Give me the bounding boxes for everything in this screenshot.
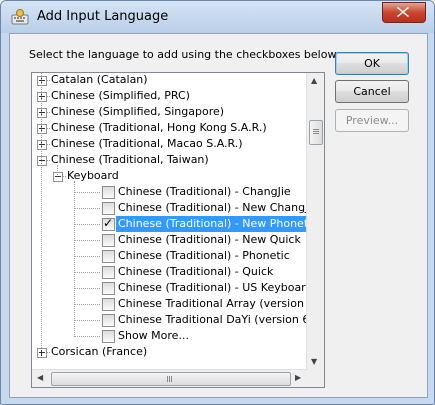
tree-connector — [74, 336, 100, 337]
keyboard-checkbox[interactable] — [102, 298, 115, 311]
tree-item-label: Corsican (France) — [51, 345, 148, 358]
scroll-up-arrow-icon[interactable]: ▲ — [311, 76, 317, 85]
tree-connector — [74, 192, 100, 193]
tree-item-language[interactable]: Corsican (France) — [32, 344, 306, 360]
tree-item-label: Chinese (Traditional, Macao S.A.R.) — [51, 137, 243, 150]
keyboard-checkbox[interactable]: ✓ — [102, 216, 115, 231]
expand-plus-icon[interactable] — [37, 108, 47, 118]
keyboard-item-label: Chinese (Traditional) - Phonetic — [118, 249, 290, 262]
tree-item-language[interactable]: Chinese (Traditional, Taiwan) — [32, 152, 306, 168]
keyboard-checkbox[interactable] — [102, 266, 115, 279]
tree-item-label: Chinese (Traditional, Hong Kong S.A.R.) — [51, 121, 267, 134]
expand-plus-icon[interactable] — [37, 76, 47, 86]
scroll-right-arrow-icon[interactable]: ▶ — [295, 373, 301, 382]
tree-item-language[interactable]: Catalan (Catalan) — [32, 73, 306, 88]
ok-button[interactable]: OK — [335, 52, 409, 75]
instruction-text: Select the language to add using the che… — [29, 48, 339, 61]
expand-plus-icon[interactable] — [37, 124, 47, 134]
tree-item-label: Chinese (Simplified, PRC) — [51, 89, 190, 102]
tree-item-language[interactable]: Chinese (Simplified, PRC) — [32, 88, 306, 104]
keyboard-item-label: Chinese Traditional Array (version 6.0) — [118, 297, 325, 310]
expand-plus-icon[interactable] — [37, 92, 47, 102]
close-icon — [397, 7, 409, 17]
tree-connector — [47, 144, 50, 145]
keyboard-item-label: Chinese (Traditional) - ChangJie — [118, 185, 291, 198]
tree-item-label: Chinese (Simplified, Singapore) — [51, 105, 225, 118]
keyboard-item-label: Chinese Traditional DaYi (version 6.0) — [118, 313, 325, 326]
horizontal-scrollbar[interactable]: ◀ ▶ — [32, 369, 307, 387]
tree-connector — [74, 256, 100, 257]
keyboard-item-label: Chinese (Traditional) - New Phonetic — [116, 216, 320, 232]
tree-item-language[interactable]: Chinese (Traditional, Macao S.A.R.) — [32, 136, 306, 152]
tree-connector — [74, 208, 100, 209]
keyboard-item-label: Show More... — [118, 329, 189, 342]
keyboard-globe-icon — [11, 9, 29, 25]
tree-vertical-line — [41, 73, 42, 348]
keyboard-checkbox[interactable] — [102, 202, 115, 215]
tree-connector — [47, 128, 50, 129]
tree-vertical-line — [57, 165, 58, 175]
keyboard-checkbox[interactable] — [102, 314, 115, 327]
tree-connector — [74, 320, 100, 321]
collapse-minus-icon[interactable] — [53, 172, 63, 182]
dialog-client-area: Select the language to add using the che… — [9, 33, 428, 398]
tree-connector — [47, 80, 50, 81]
tree-connector — [63, 176, 66, 177]
preview-button[interactable]: Preview... — [335, 109, 409, 132]
horizontal-scroll-thumb[interactable] — [51, 372, 291, 386]
keyboard-checkbox[interactable] — [102, 250, 115, 263]
title-bar[interactable]: Add Input Language — [1, 1, 434, 33]
vertical-scrollbar[interactable]: ▲ ▼ — [306, 73, 324, 370]
tree-item-label: Catalan (Catalan) — [51, 73, 148, 86]
collapse-minus-icon[interactable] — [37, 156, 47, 166]
keyboard-item-label: Chinese (Traditional) - New Quick — [118, 233, 301, 246]
expand-plus-icon[interactable] — [37, 348, 47, 358]
keyboard-checkbox[interactable] — [102, 282, 115, 295]
tree-connector — [47, 160, 50, 161]
tree-item-label: Chinese (Traditional, Taiwan) — [51, 153, 209, 166]
tree-connector — [74, 288, 100, 289]
scroll-down-arrow-icon[interactable]: ▼ — [311, 357, 317, 366]
tree-connector — [47, 96, 50, 97]
tree-connector — [47, 112, 50, 113]
keyboard-checkbox[interactable] — [102, 234, 115, 247]
close-button[interactable] — [382, 2, 426, 23]
tree-vertical-line — [74, 181, 75, 337]
scroll-left-arrow-icon[interactable]: ◀ — [37, 373, 43, 382]
keyboard-checkbox[interactable] — [102, 330, 115, 343]
expand-plus-icon[interactable] — [37, 140, 47, 150]
tree-connector — [74, 304, 100, 305]
vertical-scroll-thumb[interactable] — [309, 120, 323, 145]
add-input-language-dialog: Add Input Language Select the language t… — [0, 0, 435, 405]
window-title: Add Input Language — [37, 9, 169, 24]
tree-connector — [74, 240, 100, 241]
scrollbar-corner — [307, 370, 324, 387]
tree-item-language[interactable]: Chinese (Simplified, Singapore) — [32, 104, 306, 120]
keyboard-item-label: Chinese (Traditional) - New ChangJie — [118, 201, 319, 214]
tree-item-language[interactable]: Chinese (Traditional, Hong Kong S.A.R.) — [32, 120, 306, 136]
checkmark-icon: ✓ — [103, 216, 114, 230]
tree-connector — [74, 224, 100, 225]
tree-connector — [74, 272, 100, 273]
language-tree[interactable]: Catalan (Catalan) Chinese (Simplified, PR… — [31, 72, 325, 388]
cancel-button[interactable]: Cancel — [335, 80, 409, 103]
tree-connector — [47, 352, 50, 353]
keyboard-item-label: Chinese (Traditional) - Quick — [118, 265, 274, 278]
keyboard-checkbox[interactable] — [102, 186, 115, 199]
keyboard-item-label: Chinese (Traditional) - US Keyboard — [118, 281, 313, 294]
